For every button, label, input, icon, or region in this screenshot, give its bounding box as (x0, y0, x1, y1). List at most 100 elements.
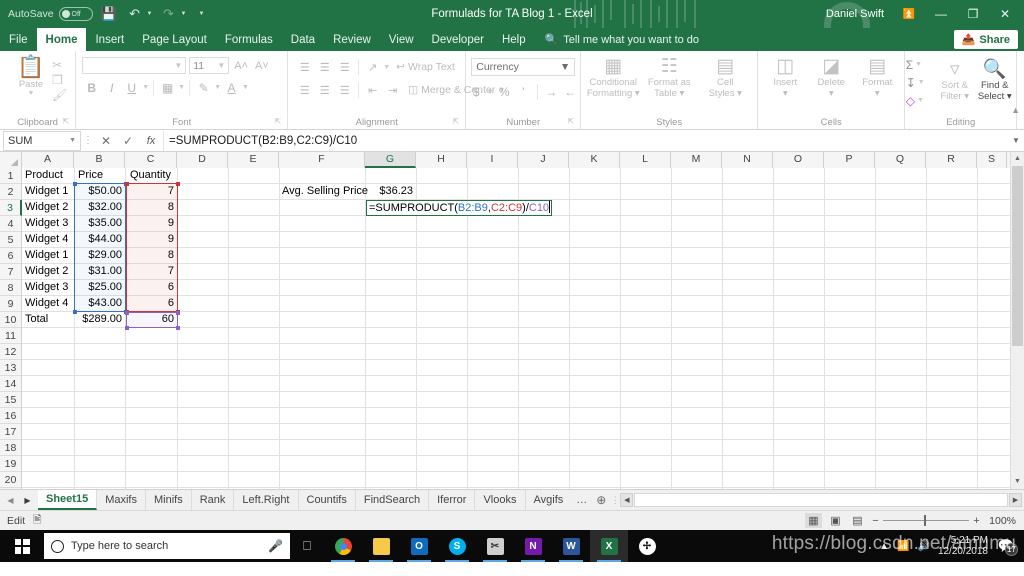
network-icon[interactable]: 📶 (897, 541, 909, 552)
increase-indent-icon[interactable]: ⇥ (383, 81, 402, 99)
align-bottom-icon[interactable]: ☰ (335, 58, 354, 76)
cell-A2[interactable]: Widget 1 (22, 184, 74, 199)
row-header-7[interactable]: 7 (0, 264, 21, 280)
vertical-scroll-thumb[interactable] (1012, 166, 1023, 346)
clear-button[interactable]: ◇ ▼ (906, 92, 936, 109)
close-button[interactable]: ✕ (990, 1, 1020, 27)
cell-styles-button[interactable]: ▤ Cell Styles ▾ (697, 53, 753, 99)
cell-A3[interactable]: Widget 2 (22, 200, 74, 215)
sheet-tab-findsearch[interactable]: FindSearch (355, 490, 430, 510)
column-header-P[interactable]: P (824, 152, 875, 168)
cell-C4[interactable]: 9 (127, 216, 177, 231)
find-select-button[interactable]: 🔍 Find & Select ▾ (974, 56, 1016, 109)
sheet-tab-avgifs[interactable]: Avgifs (525, 490, 572, 510)
volume-icon[interactable]: 🔊 (917, 541, 929, 552)
cell-B4[interactable]: $35.00 (75, 216, 125, 231)
sheet-tab-vlooks[interactable]: Vlooks (475, 490, 526, 510)
fill-dropdown-icon[interactable]: ▼ (918, 79, 925, 86)
customize-qat-icon[interactable]: ▼ (198, 11, 204, 17)
cancel-icon[interactable]: ✕ (95, 134, 117, 148)
accounting-dropdown-icon[interactable]: ▼ (487, 89, 494, 96)
cell-A8[interactable]: Widget 3 (22, 280, 74, 295)
autosave-toggle[interactable]: AutoSave Off (8, 7, 93, 21)
vertical-scrollbar[interactable]: ▲ ▼ (1010, 152, 1024, 489)
clipboard-dialog-launcher-icon[interactable]: ⇱ (63, 115, 70, 128)
name-box[interactable]: SUM ▼ (3, 130, 81, 151)
delete-cells-button[interactable]: ◪ Delete ▾ (808, 53, 854, 99)
borders-icon[interactable]: ▦ (158, 78, 177, 97)
ribbon-tab-review[interactable]: Review (324, 28, 380, 51)
align-middle-icon[interactable]: ☰ (315, 58, 334, 76)
row-header-2[interactable]: 2 (0, 184, 21, 200)
column-header-K[interactable]: K (569, 152, 620, 168)
ribbon-tab-view[interactable]: View (380, 28, 423, 51)
row-header-6[interactable]: 6 (0, 248, 21, 264)
task-view-icon[interactable]: ⎕ (290, 538, 324, 554)
row-header-10[interactable]: 10 (0, 312, 21, 328)
sort-filter-button[interactable]: ▿ Sort & Filter ▾ (936, 56, 974, 109)
cell-B6[interactable]: $29.00 (75, 248, 125, 263)
ribbon-tab-data[interactable]: Data (282, 28, 324, 51)
column-header-I[interactable]: I (467, 152, 518, 168)
cell-A7[interactable]: Widget 2 (22, 264, 74, 279)
account-name[interactable]: Daniel Swift (826, 8, 884, 20)
zoom-out-button[interactable]: − (871, 515, 880, 527)
column-header-M[interactable]: M (671, 152, 722, 168)
cell-C2[interactable]: 7 (127, 184, 177, 199)
row-header-19[interactable]: 19 (0, 456, 21, 472)
outlook-icon[interactable]: O (400, 530, 438, 562)
zoom-in-button[interactable]: + (972, 515, 981, 527)
cell-area[interactable]: Product Widget 1 Widget 2 Widget 3 Widge… (22, 168, 1024, 489)
row-header-9[interactable]: 9 (0, 296, 21, 312)
scroll-down-icon[interactable]: ▼ (1011, 475, 1024, 489)
cell-B2[interactable]: $50.00 (75, 184, 125, 199)
cell-B3[interactable]: $32.00 (75, 200, 125, 215)
share-button[interactable]: 📤 Share (953, 30, 1018, 49)
orientation-dropdown-icon[interactable]: ▼ (383, 64, 390, 71)
cell-A9[interactable]: Widget 4 (22, 296, 74, 311)
decrease-font-size-icon[interactable]: A˅ (253, 60, 271, 72)
page-break-view-icon[interactable]: ▤ (849, 513, 866, 528)
tell-me-search[interactable]: 🔍 Tell me what you want to do (535, 28, 699, 51)
row-header-5[interactable]: 5 (0, 232, 21, 248)
undo-dropdown-icon[interactable]: ▼ (147, 11, 153, 17)
new-sheet-icon[interactable]: ⊕ (592, 490, 610, 510)
enter-icon[interactable]: ✓ (117, 134, 139, 148)
cell-B8[interactable]: $25.00 (75, 280, 125, 295)
select-all-button[interactable] (0, 152, 22, 168)
font-size-input[interactable]: 11 ▼ (189, 57, 230, 74)
windows-start-icon[interactable] (0, 530, 44, 562)
underline-button[interactable]: U (122, 78, 141, 97)
settings-gear-icon[interactable]: ✢ (628, 530, 666, 562)
collapse-ribbon-icon[interactable]: ▲ (1011, 105, 1020, 115)
column-header-F[interactable]: F (279, 152, 365, 168)
sheet-tab-left-right[interactable]: Left.Right (234, 490, 299, 510)
cell-C3[interactable]: 8 (127, 200, 177, 215)
cell-B10[interactable]: $289.00 (75, 312, 125, 327)
accounting-format-icon[interactable]: $ (468, 83, 485, 101)
increase-decimal-icon[interactable]: → (543, 83, 560, 101)
restore-button[interactable]: ❐ (958, 1, 988, 27)
cell-C6[interactable]: 8 (127, 248, 177, 263)
minimize-button[interactable]: — (926, 1, 956, 27)
fill-color-icon[interactable]: ✎ (194, 78, 213, 97)
column-header-D[interactable]: D (177, 152, 228, 168)
autosum-dropdown-icon[interactable]: ▼ (915, 61, 922, 68)
copy-icon[interactable]: ❐ (52, 73, 67, 87)
cell-A5[interactable]: Widget 4 (22, 232, 74, 247)
ribbon-tab-page-layout[interactable]: Page Layout (133, 28, 216, 51)
decrease-decimal-icon[interactable]: ← (562, 83, 579, 101)
sheet-tab-rank[interactable]: Rank (191, 490, 235, 510)
row-header-12[interactable]: 12 (0, 344, 21, 360)
row-header-8[interactable]: 8 (0, 280, 21, 296)
paste-button[interactable]: 📋 Paste ▼ (10, 56, 52, 102)
sheet-tab-iferror[interactable]: Iferror (429, 490, 476, 510)
align-top-icon[interactable]: ☰ (295, 58, 314, 76)
cell-C1[interactable]: Quantity (127, 168, 177, 183)
zoom-slider[interactable]: − + (871, 515, 981, 527)
cell-B9[interactable]: $43.00 (75, 296, 125, 311)
insert-function-icon[interactable]: fx (139, 135, 163, 147)
borders-dropdown-icon[interactable]: ▼ (178, 84, 185, 91)
row-header-21[interactable]: 21 (0, 488, 21, 489)
sheet-tab-sheet15[interactable]: Sheet15 (38, 490, 98, 510)
